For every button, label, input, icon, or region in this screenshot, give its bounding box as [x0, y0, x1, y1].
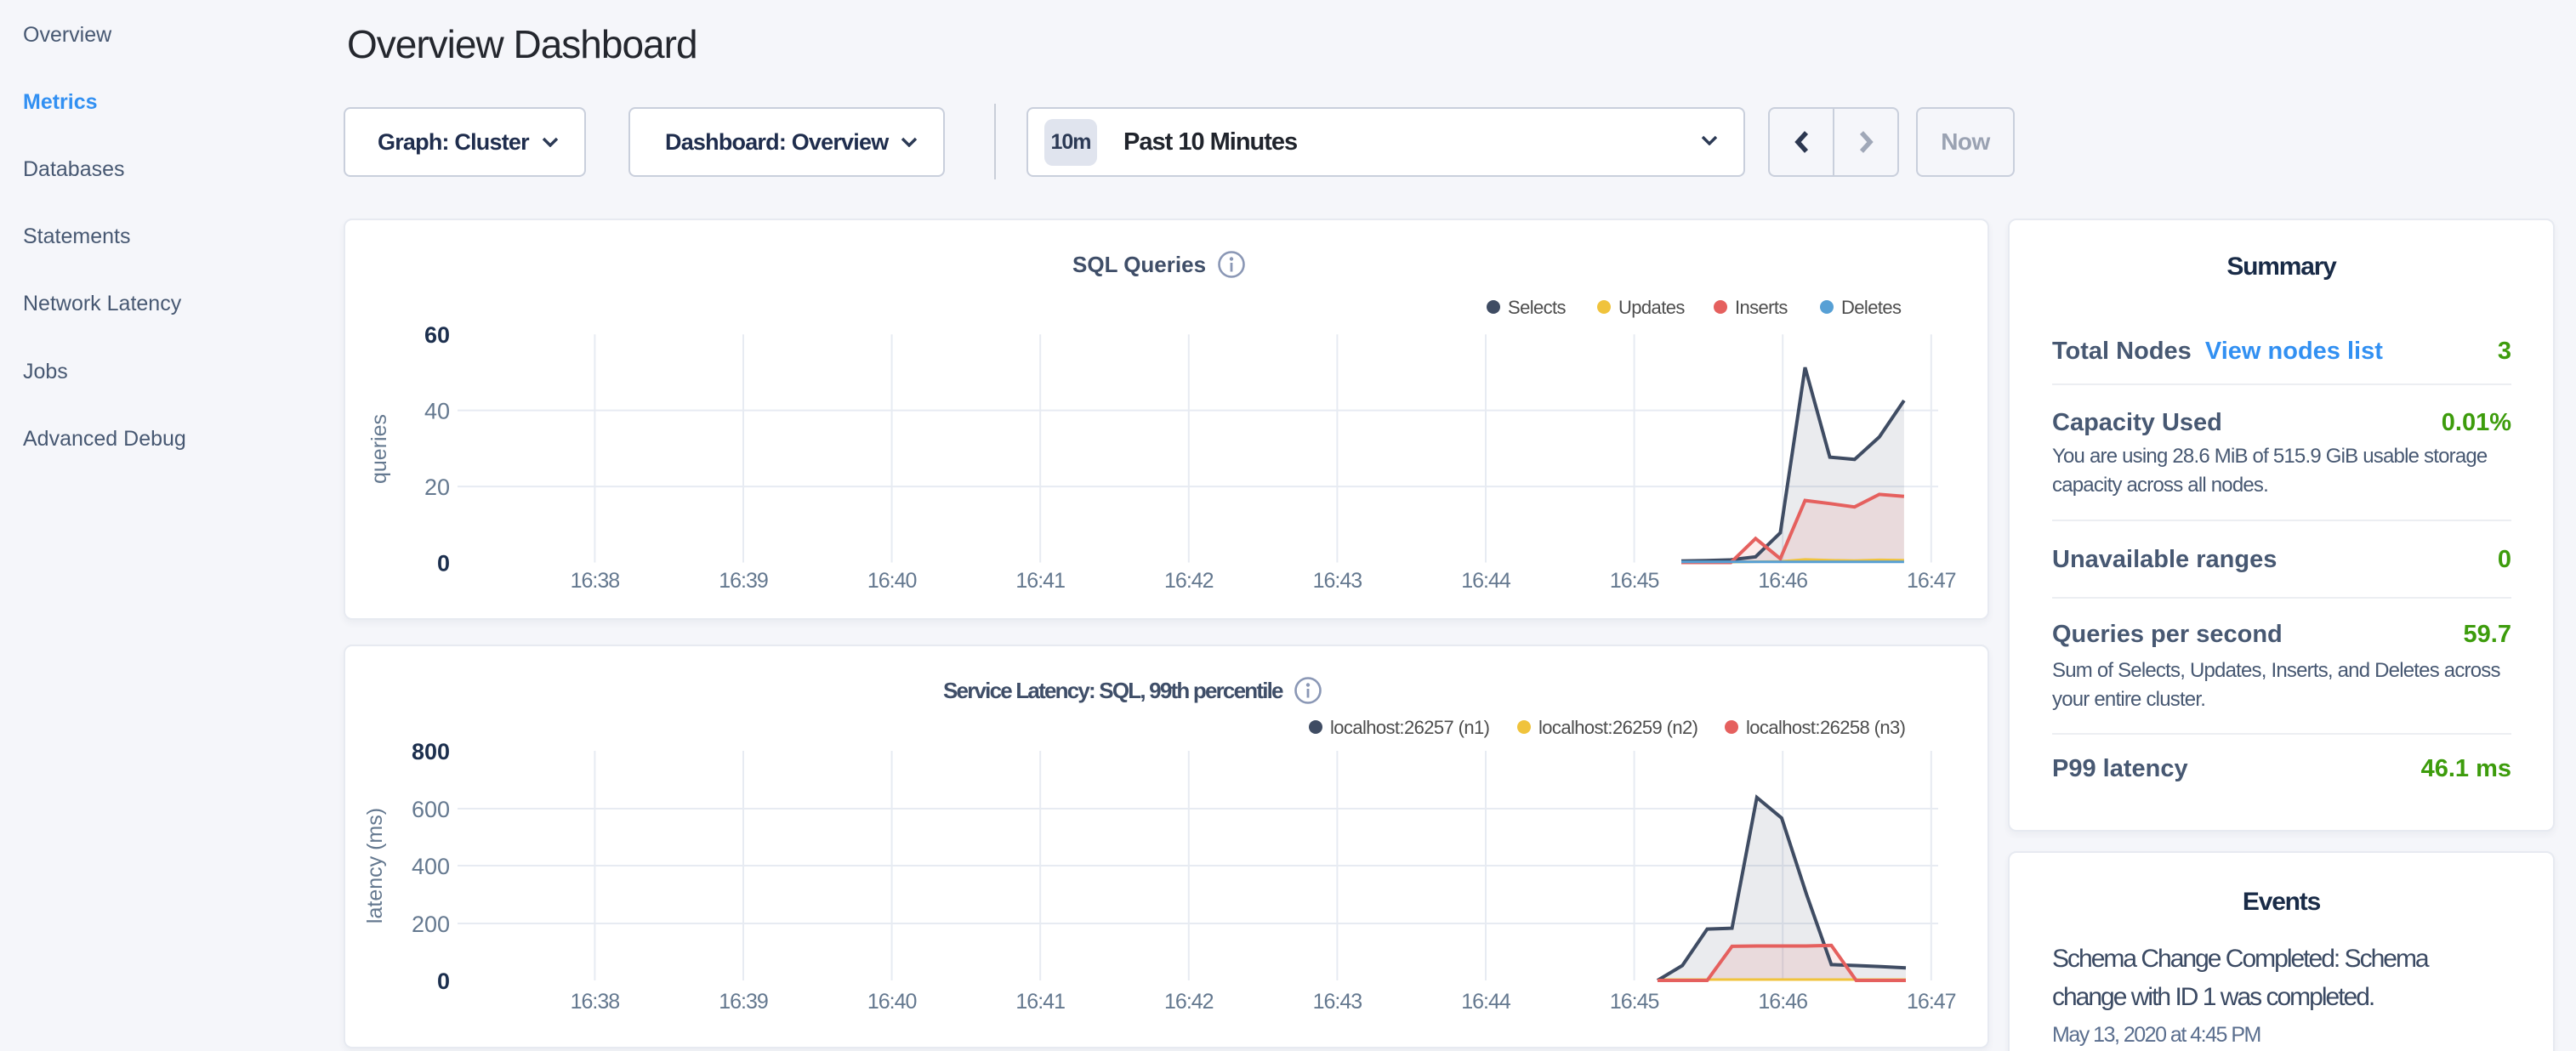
svg-text:16:40: 16:40 [867, 569, 917, 593]
svg-text:16:45: 16:45 [1610, 569, 1659, 593]
svg-text:20: 20 [424, 474, 450, 500]
svg-text:16:47: 16:47 [1907, 990, 1956, 1014]
svg-text:localhost:26258 (n3): localhost:26258 (n3) [1746, 717, 1905, 738]
svg-text:queries: queries [367, 414, 391, 484]
svg-text:localhost:26259 (n2): localhost:26259 (n2) [1538, 717, 1697, 738]
svg-text:16:38: 16:38 [571, 569, 620, 593]
svg-text:0: 0 [437, 969, 450, 994]
svg-text:16:44: 16:44 [1461, 990, 1511, 1014]
svg-text:0: 0 [437, 551, 450, 577]
svg-text:latency (ms): latency (ms) [363, 808, 387, 923]
svg-text:800: 800 [412, 739, 450, 764]
svg-text:16:45: 16:45 [1610, 990, 1659, 1014]
svg-text:16:41: 16:41 [1015, 990, 1065, 1014]
svg-text:16:43: 16:43 [1313, 990, 1362, 1014]
svg-text:Selects: Selects [1508, 297, 1567, 318]
svg-text:16:46: 16:46 [1758, 990, 1807, 1014]
svg-text:Inserts: Inserts [1735, 297, 1788, 318]
svg-text:Updates: Updates [1618, 297, 1685, 318]
svg-text:16:39: 16:39 [719, 569, 768, 593]
svg-text:60: 60 [424, 322, 450, 348]
svg-text:16:38: 16:38 [571, 990, 620, 1014]
svg-text:16:41: 16:41 [1015, 569, 1065, 593]
svg-text:200: 200 [412, 912, 450, 937]
svg-text:40: 40 [424, 399, 450, 424]
svg-text:16:42: 16:42 [1164, 990, 1214, 1014]
svg-text:16:44: 16:44 [1461, 569, 1511, 593]
svg-text:localhost:26257 (n1): localhost:26257 (n1) [1330, 717, 1489, 738]
svg-text:Deletes: Deletes [1841, 297, 1902, 318]
svg-text:16:46: 16:46 [1758, 569, 1807, 593]
svg-text:16:42: 16:42 [1164, 569, 1214, 593]
svg-text:16:43: 16:43 [1313, 569, 1362, 593]
svg-text:400: 400 [412, 854, 450, 879]
svg-text:16:47: 16:47 [1907, 569, 1956, 593]
svg-text:16:39: 16:39 [719, 990, 768, 1014]
svg-text:16:40: 16:40 [867, 990, 917, 1014]
svg-text:600: 600 [412, 797, 450, 822]
